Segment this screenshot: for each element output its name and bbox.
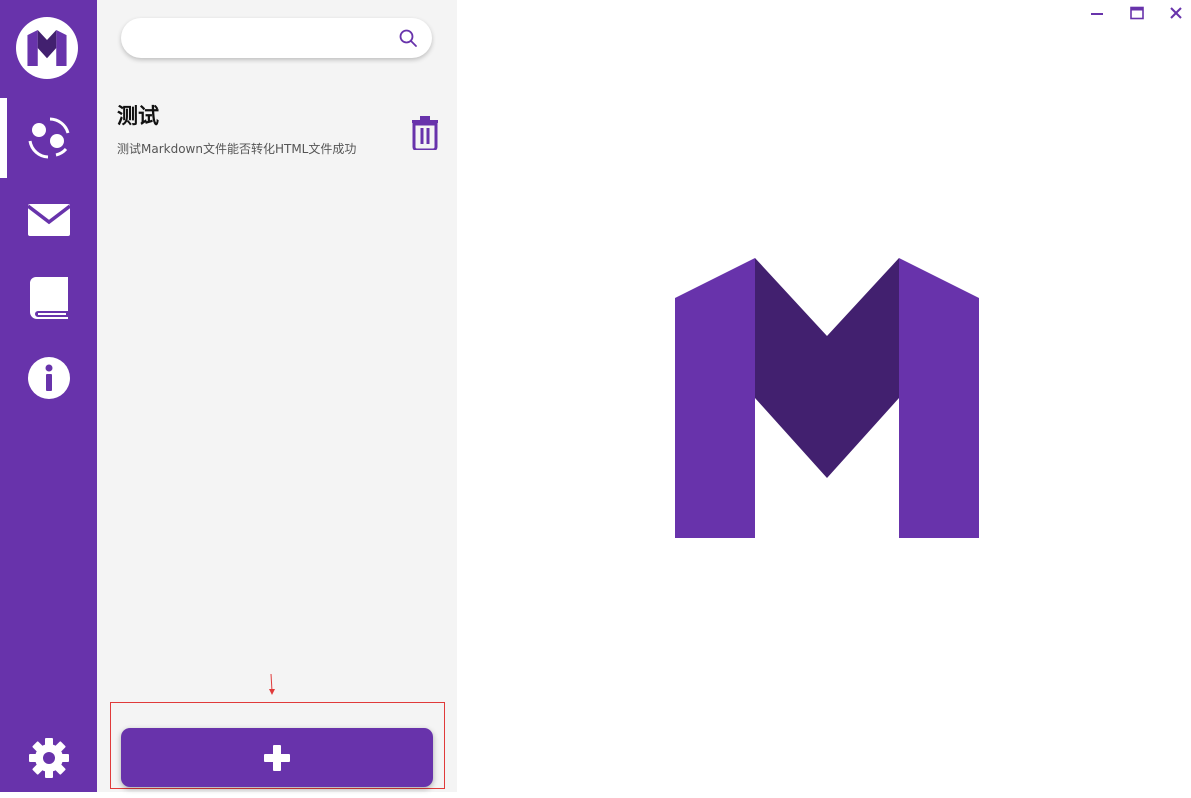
window-minimize-button[interactable] [1087,4,1107,22]
add-note-button[interactable] [121,728,433,787]
window-close-button[interactable] [1166,4,1186,22]
nav-item-info[interactable] [0,338,97,418]
search-bar [121,18,432,60]
minimize-icon [1091,13,1103,15]
main-content [457,0,1191,792]
gear-icon [28,738,69,778]
trash-icon[interactable] [410,116,440,150]
close-icon [1170,7,1182,19]
nav-item-book[interactable] [0,258,97,338]
mail-icon [27,204,70,236]
m-logo-large [675,258,979,538]
search-input[interactable] [137,18,391,60]
annotation-arrow [269,674,275,695]
app-logo [16,17,78,79]
window-maximize-button[interactable] [1127,4,1147,22]
maximize-icon [1130,6,1144,20]
notes-panel: 测试 测试Markdown文件能否转化HTML文件成功 [97,0,457,792]
note-title: 测试 [117,104,159,128]
note-list-item[interactable]: 测试 测试Markdown文件能否转化HTML文件成功 [97,92,457,172]
notes-share-icon [28,117,69,159]
plus-icon [264,744,290,771]
search-icon[interactable] [398,28,418,48]
m-logo-icon [27,30,67,66]
nav-item-notes[interactable] [0,98,97,178]
nav-item-mail[interactable] [0,180,97,260]
info-icon [27,357,70,399]
settings-button[interactable] [0,718,97,798]
nav-rail [0,0,97,792]
note-description: 测试Markdown文件能否转化HTML文件成功 [117,142,357,156]
book-icon [29,277,68,319]
